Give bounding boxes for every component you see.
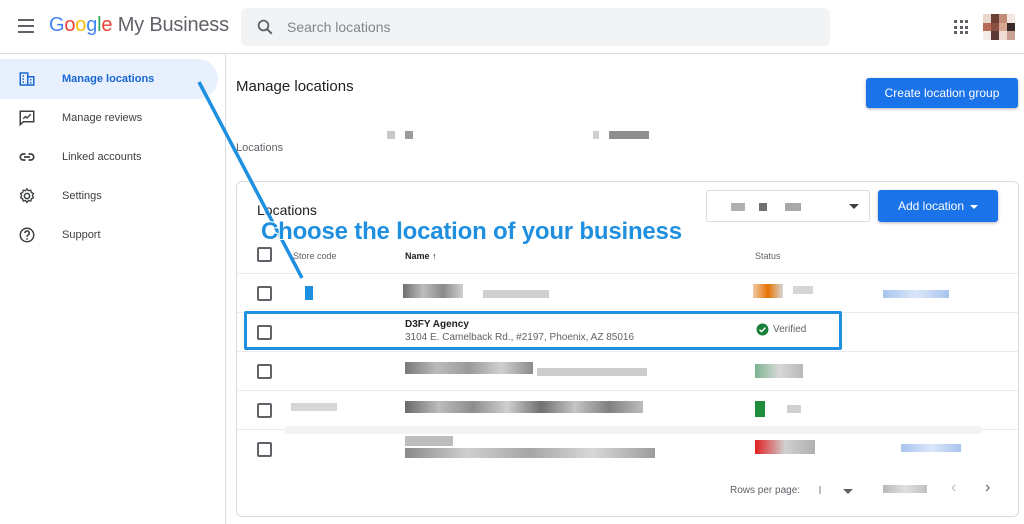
- sidebar-item-settings[interactable]: Settings: [0, 176, 218, 216]
- chevron-down-icon: [970, 204, 979, 209]
- column-header-name[interactable]: Name ↑: [405, 251, 437, 261]
- reviews-icon: [19, 110, 35, 127]
- chevron-down-icon: [843, 489, 853, 494]
- gear-icon: [19, 187, 35, 204]
- row-checkbox[interactable]: [257, 286, 272, 301]
- row-checkbox[interactable]: [257, 364, 272, 379]
- next-page-icon[interactable]: ›: [985, 479, 990, 497]
- sidebar-item-manage-locations[interactable]: Manage locations: [0, 59, 218, 99]
- add-location-label: Add location: [897, 199, 965, 213]
- divider: [237, 273, 1018, 274]
- page-title: Manage locations: [236, 78, 354, 95]
- apps-icon[interactable]: [954, 20, 968, 34]
- sidebar-item-support[interactable]: Support: [0, 215, 218, 255]
- column-header-status[interactable]: Status: [755, 251, 781, 261]
- search-bar[interactable]: [241, 8, 830, 46]
- rows-per-page-label: Rows per page:: [730, 485, 801, 496]
- top-app-bar: Google My Business: [0, 0, 1024, 54]
- page-range: [883, 485, 927, 493]
- search-input[interactable]: [287, 8, 807, 46]
- card-title: Locations: [257, 202, 317, 218]
- sidebar-item-label: Manage locations: [62, 73, 155, 85]
- logo-product: My Business: [117, 14, 229, 36]
- create-location-group-button[interactable]: Create location group: [866, 78, 1018, 108]
- sidebar-item-label: Linked accounts: [62, 151, 142, 163]
- app-logo[interactable]: Google My Business: [49, 14, 229, 37]
- sort-arrow-up-icon: ↑: [432, 251, 437, 261]
- rows-per-page-select[interactable]: [817, 482, 857, 498]
- sidebar-item-label: Manage reviews: [62, 112, 143, 124]
- sidebar: Manage locations Manage reviews Linked a…: [0, 54, 226, 524]
- chevron-down-icon: [849, 204, 859, 209]
- main-content: Manage locations Create location group L…: [227, 54, 1024, 524]
- locations-summary-label: Locations: [236, 142, 284, 154]
- building-icon: [19, 72, 35, 86]
- column-header-store-code[interactable]: Store code: [293, 251, 337, 261]
- column-header-name-label: Name: [405, 251, 430, 261]
- sidebar-item-label: Support: [62, 229, 101, 241]
- sidebar-item-manage-reviews[interactable]: Manage reviews: [0, 98, 218, 138]
- sidebar-item-linked-accounts[interactable]: Linked accounts: [0, 137, 218, 177]
- select-all-checkbox[interactable]: [257, 247, 272, 262]
- help-icon: [19, 227, 35, 243]
- add-location-button[interactable]: Add location: [878, 190, 998, 222]
- menu-icon[interactable]: [18, 19, 34, 33]
- search-icon: [257, 19, 273, 35]
- logo-google: Google: [49, 14, 113, 36]
- filter-dropdown[interactable]: [706, 190, 870, 222]
- previous-page-icon[interactable]: ‹: [951, 479, 956, 497]
- link-icon: [19, 153, 35, 161]
- sidebar-item-label: Settings: [62, 190, 102, 202]
- row-checkbox[interactable]: [257, 442, 272, 457]
- row-checkbox[interactable]: [257, 403, 272, 418]
- highlight-box: [244, 311, 842, 350]
- divider: [237, 390, 1018, 391]
- avatar[interactable]: [983, 14, 1015, 40]
- horizontal-scrollbar[interactable]: [284, 426, 982, 434]
- annotation-callout: Choose the location of your business: [261, 218, 682, 245]
- divider: [237, 351, 1018, 352]
